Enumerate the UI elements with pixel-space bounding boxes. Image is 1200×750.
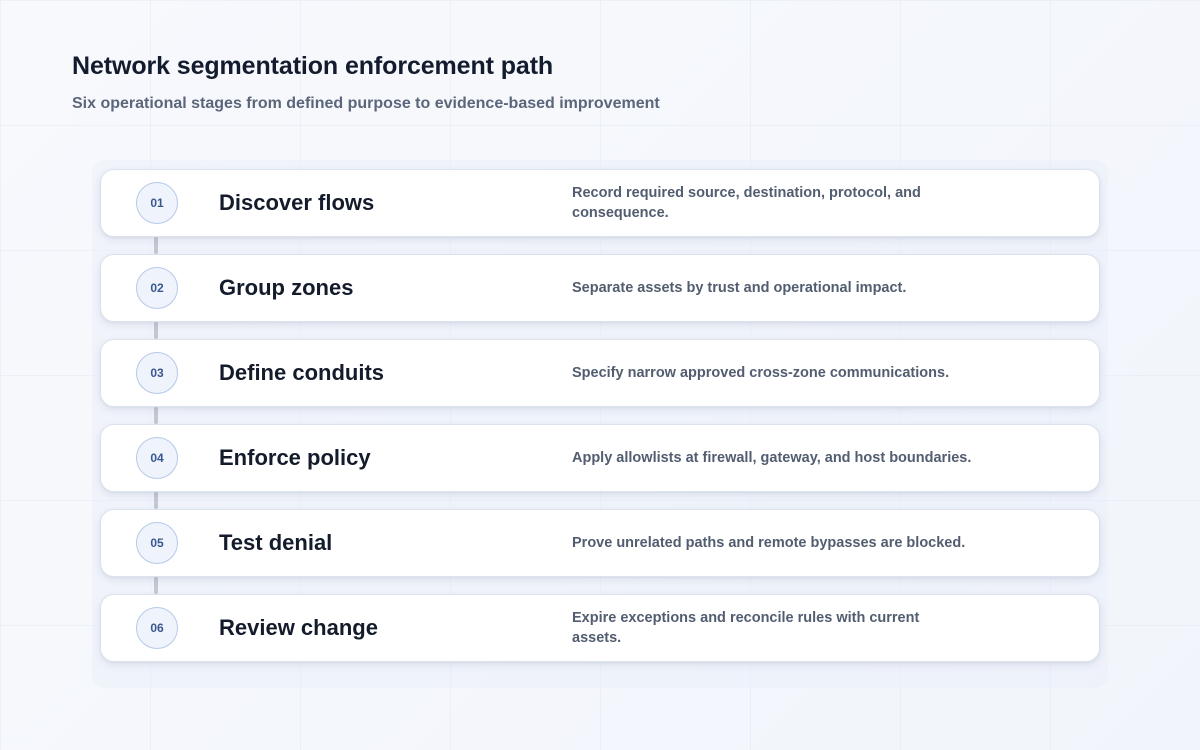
- stage-number-badge: 06: [136, 607, 178, 649]
- stage-title: Test denial: [219, 530, 333, 555]
- stage-title: Discover flows: [219, 190, 375, 215]
- stage-title: Review change: [219, 615, 378, 640]
- stage-card-define-conduits: 03 Define conduits Specify narrow approv…: [100, 339, 1100, 407]
- stage-description: Prove unrelated paths and remote bypasse…: [572, 535, 966, 551]
- stage-number-badge: 01: [136, 182, 178, 224]
- stage-number-badge: 05: [136, 522, 178, 564]
- stage-number-badge: 02: [136, 267, 178, 309]
- stage-connector: [154, 577, 158, 594]
- stage-connector: [154, 322, 158, 339]
- stage-card-test-denial: 05 Test denial Prove unrelated paths and…: [100, 509, 1100, 577]
- stage-title: Enforce policy: [219, 445, 371, 470]
- stage-description: Separate assets by trust and operational…: [572, 280, 907, 296]
- stage-description: Expire exceptions and reconcile rules wi…: [572, 610, 920, 646]
- stage-number-badge: 04: [136, 437, 178, 479]
- stage-card-group-zones: 02 Group zones Separate assets by trust …: [100, 254, 1100, 322]
- stage-title: Define conduits: [219, 360, 385, 385]
- page-subtitle: Six operational stages from defined purp…: [72, 95, 660, 112]
- stage-card-review-change: 06 Review change Expire exceptions and r…: [100, 594, 1100, 662]
- stage-card-discover-flows: 01 Discover flows Record required source…: [100, 169, 1100, 237]
- stage-connector: [154, 492, 158, 509]
- stage-description: Specify narrow approved cross-zone commu…: [572, 365, 950, 381]
- stage-number-badge: 03: [136, 352, 178, 394]
- stage-title: Group zones: [219, 275, 354, 300]
- stage-connector: [154, 407, 158, 424]
- stage-card-enforce-policy: 04 Enforce policy Apply allowlists at fi…: [100, 424, 1100, 492]
- stage-connector: [154, 237, 158, 254]
- stage-description: Apply allowlists at firewall, gateway, a…: [572, 450, 972, 466]
- stage-description: Record required source, destination, pro…: [572, 185, 921, 221]
- page-title: Network segmentation enforcement path: [72, 52, 554, 80]
